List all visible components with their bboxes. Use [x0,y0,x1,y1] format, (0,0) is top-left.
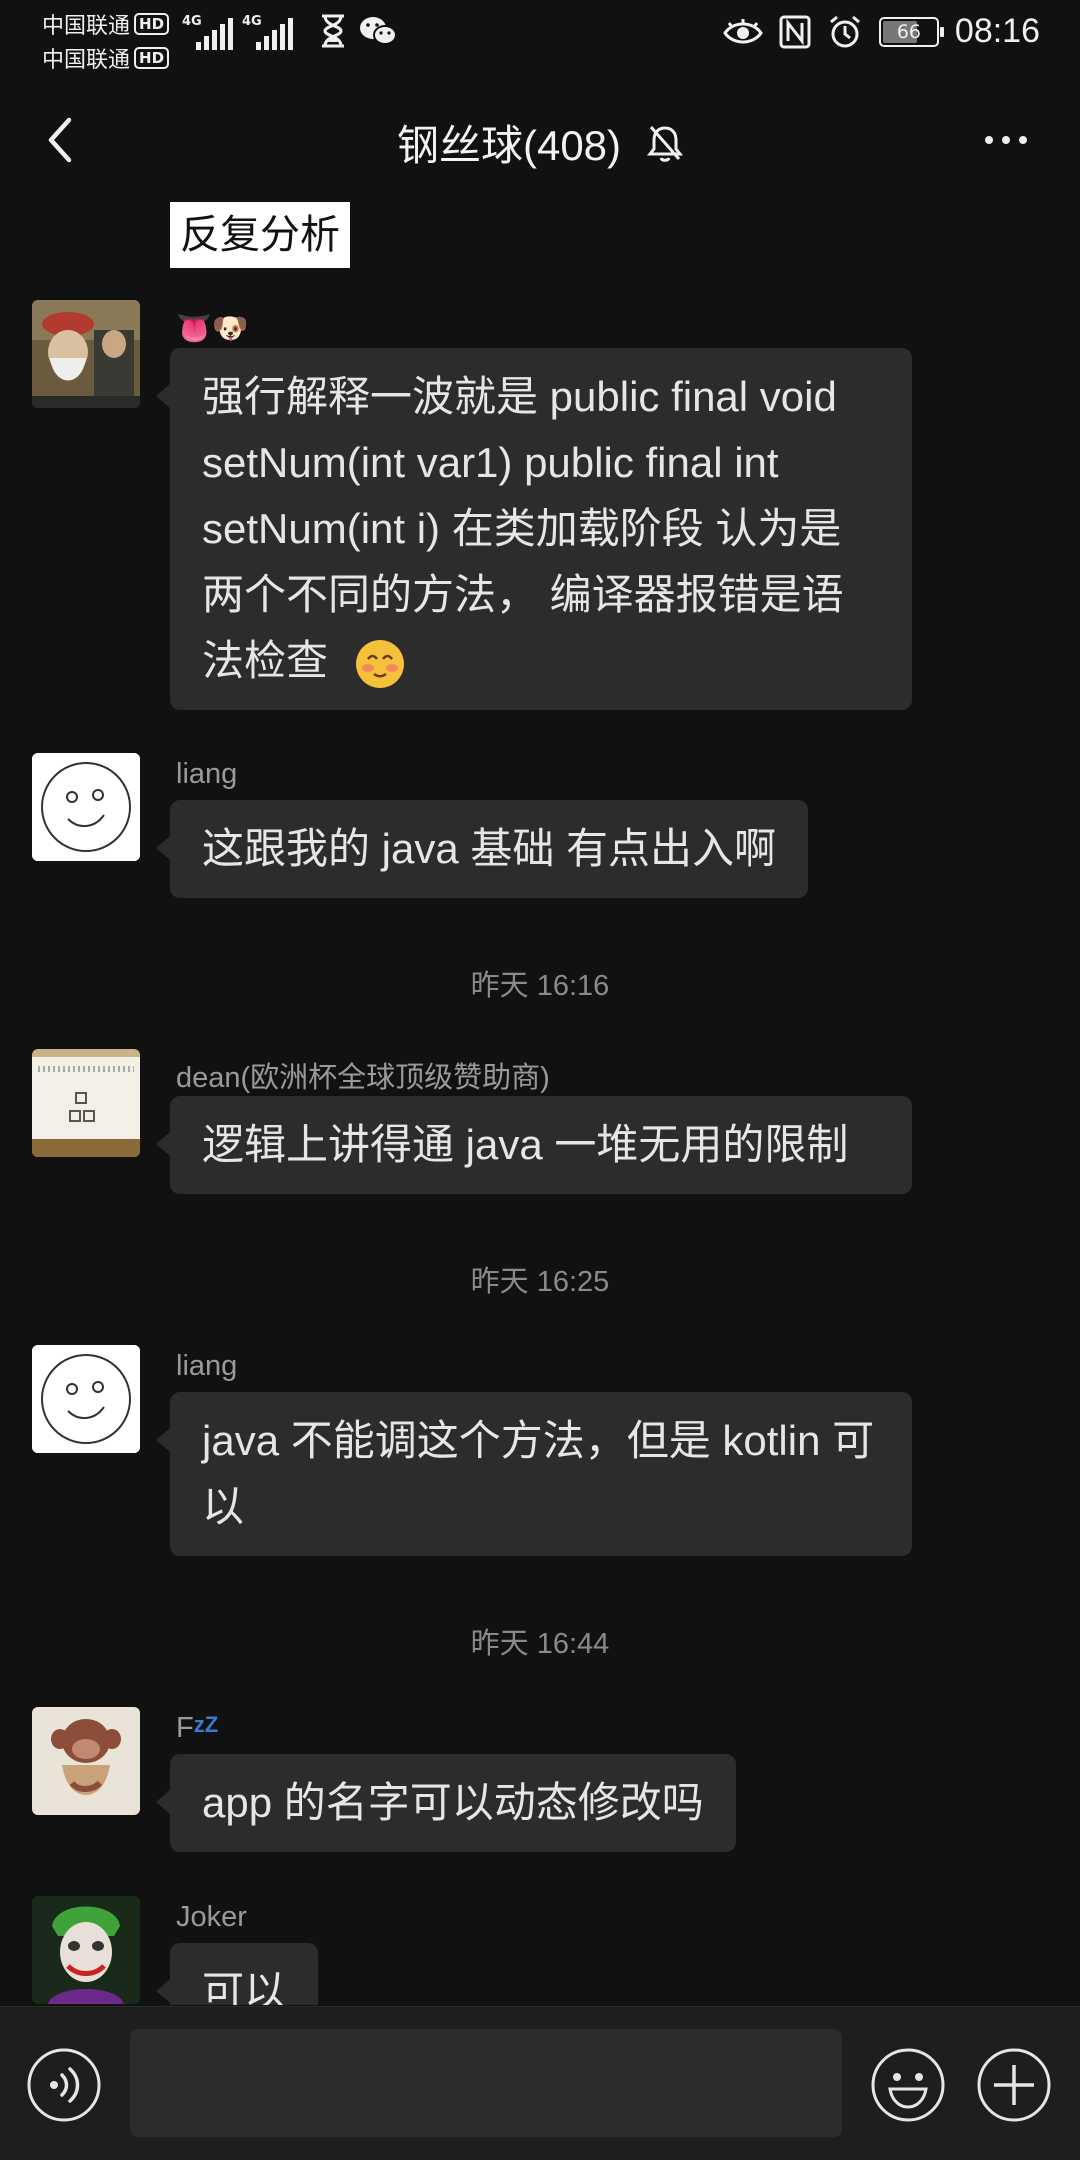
carrier-1: 中国联通 HD [42,8,170,40]
time-separator: 昨天 16:16 [470,970,610,1002]
wechat-icon [360,17,397,45]
clock: 08:16 [954,12,1040,50]
voice-icon[interactable] [26,2047,102,2123]
message-bubble[interactable]: 逻辑上讲得通 java 一堆无用的限制 [156,1096,912,1194]
avatar[interactable] [32,300,140,408]
emoji-icon[interactable] [870,2047,946,2123]
nfc-icon [779,15,811,48]
sender-name: 👅🐶 [176,313,249,345]
sender-name: liang [176,1350,238,1382]
dot-icon [1002,136,1010,144]
chat-title[interactable]: 钢丝球(408) [397,112,621,173]
message-text: app 的名字可以动态修改吗 [202,1779,704,1826]
battery-icon: 66 [878,16,944,47]
sender-name: dean(欧洲杯全球顶级赞助商) [176,1062,550,1094]
avatar[interactable] [32,753,140,861]
message-text: 逻辑上讲得通 java 一堆无用的限制 [202,1121,849,1168]
message-bubble[interactable]: app 的名字可以动态修改吗 [156,1754,736,1852]
status-bar: 中国联通 HD 中国联通 HD 4G 4G 66 08:16 [0,0,1080,73]
message-text: java 不能调这个方法，但是 kotlin 可以 [202,1417,875,1530]
sleep-zz-icon: zZ [193,1712,219,1737]
chat-screen: 中国联通 HD 中国联通 HD 4G 4G 66 08:16 钢丝球(408) … [0,0,1080,2160]
quoted-message[interactable]: 反复分析 [170,202,350,268]
avatar[interactable] [32,1896,140,2004]
dot-icon [1019,136,1027,144]
plus-icon[interactable] [976,2047,1052,2123]
message-text: 强行解释一波就是 public final void setNum(int va… [202,373,844,684]
avatar[interactable] [32,1345,140,1453]
sender-name: Joker [176,1901,247,1933]
time-separator: 昨天 16:25 [470,1266,610,1298]
avatar-image-smiley-sketch [32,753,140,861]
sender-name-text: F [176,1712,194,1744]
avatar[interactable] [32,1049,140,1157]
blush-emoji-icon [355,639,404,688]
alarm-icon [829,15,860,47]
title-group: 钢丝球(408) [0,112,1080,173]
battery-level: 66 [896,20,921,43]
avatar-image-device [32,1049,140,1157]
carrier-1-name: 中国联通 [42,14,131,39]
sender-name: liang [176,758,238,790]
avatar-image-monkey [32,1707,140,1815]
message-list[interactable]: 反复分析 👅🐶 强行解释一波就是 public final void setNu… [0,190,1080,2005]
dot-icon [985,136,993,144]
avatar-image-old-man [32,300,140,408]
message-bubble[interactable]: 强行解释一波就是 public final void setNum(int va… [156,348,912,710]
message-text: 可以 [202,1968,287,2005]
hd-badge-1: HD [134,13,170,35]
avatar[interactable] [32,1707,140,1815]
status-right-group: 66 08:16 [723,12,1040,51]
sender-name: FzZ [176,1712,218,1745]
signal-group: 4G 4G [182,14,293,50]
quoted-message-text: 反复分析 [180,213,340,257]
signal-2-icon: 4G [242,14,293,50]
hourglass-icon [322,14,344,48]
message-bubble[interactable]: 这跟我的 java 基础 有点出入啊 [155,800,809,898]
eye-comfort-icon [723,18,763,43]
message-bubble[interactable]: java 不能调这个方法，但是 kotlin 可以 [156,1392,912,1556]
hd-badge-2: HD [134,47,170,69]
mute-bell-icon [647,125,684,162]
carrier-2-name: 中国联通 [42,48,131,73]
input-bar [0,2006,1080,2160]
time-separator: 昨天 16:44 [470,1628,610,1660]
message-bubble[interactable]: 可以 [155,1943,319,2005]
message-text: 这跟我的 java 基础 有点出入啊 [202,825,777,872]
carrier-2: 中国联通 HD [42,42,170,74]
more-options-button[interactable] [976,112,1036,168]
avatar-image-joker [32,1896,140,2004]
avatar-image-smiley-sketch [32,1345,140,1453]
title-bar: 钢丝球(408) [0,100,1080,180]
signal-1-icon: 4G [182,14,233,50]
message-input[interactable] [130,2029,842,2137]
